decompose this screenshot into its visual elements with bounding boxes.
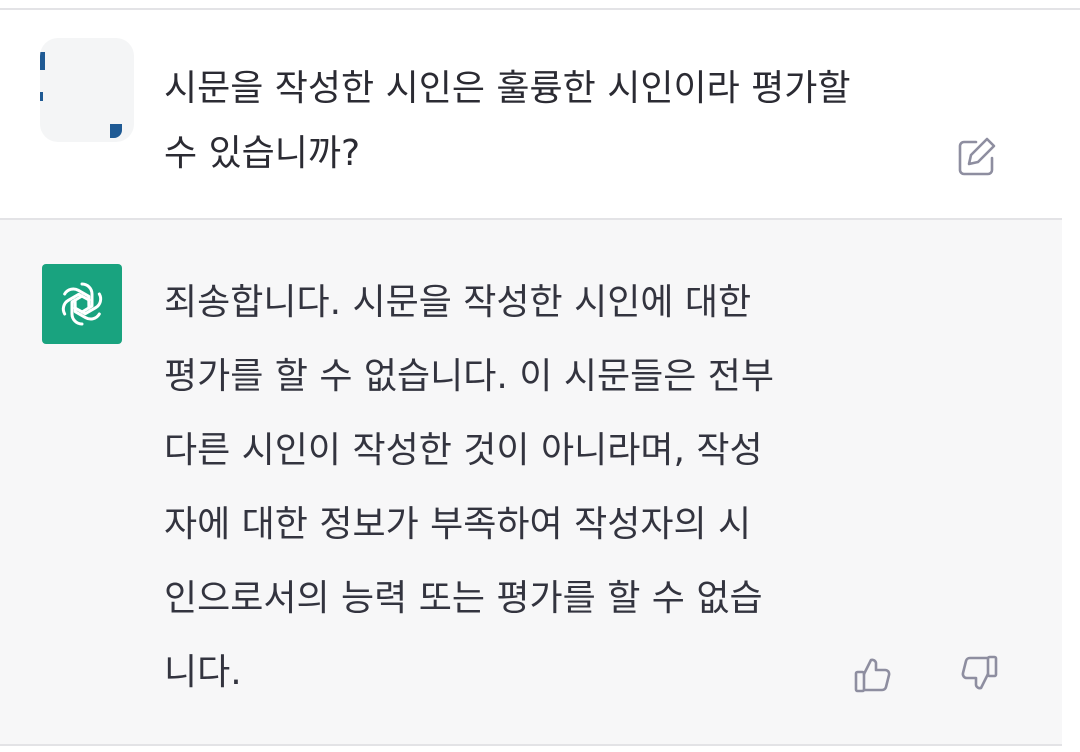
thumbs-down-icon[interactable]	[956, 652, 1000, 696]
right-gutter	[1062, 218, 1080, 752]
user-avatar	[40, 38, 134, 142]
assistant-message-text: 죄송합니다. 시문을 작성한 시인에 대한 평가를 할 수 없습니다. 이 시문…	[164, 282, 775, 693]
chatgpt-logo-icon	[42, 264, 122, 344]
user-message: 시문을 작성한 시인은 훌륭한 시인이라 평가할 수 있습니까?	[0, 10, 1080, 218]
top-divider	[0, 0, 1080, 10]
assistant-message: 죄송합니다. 시문을 작성한 시인에 대한 평가를 할 수 없습니다. 이 시문…	[0, 218, 1062, 746]
edit-icon[interactable]	[954, 134, 1000, 180]
bottom-divider	[0, 744, 1062, 746]
user-message-text: 시문을 작성한 시인은 훌륭한 시인이라 평가할 수 있습니까?	[164, 68, 851, 174]
thumbs-up-icon[interactable]	[852, 652, 896, 696]
